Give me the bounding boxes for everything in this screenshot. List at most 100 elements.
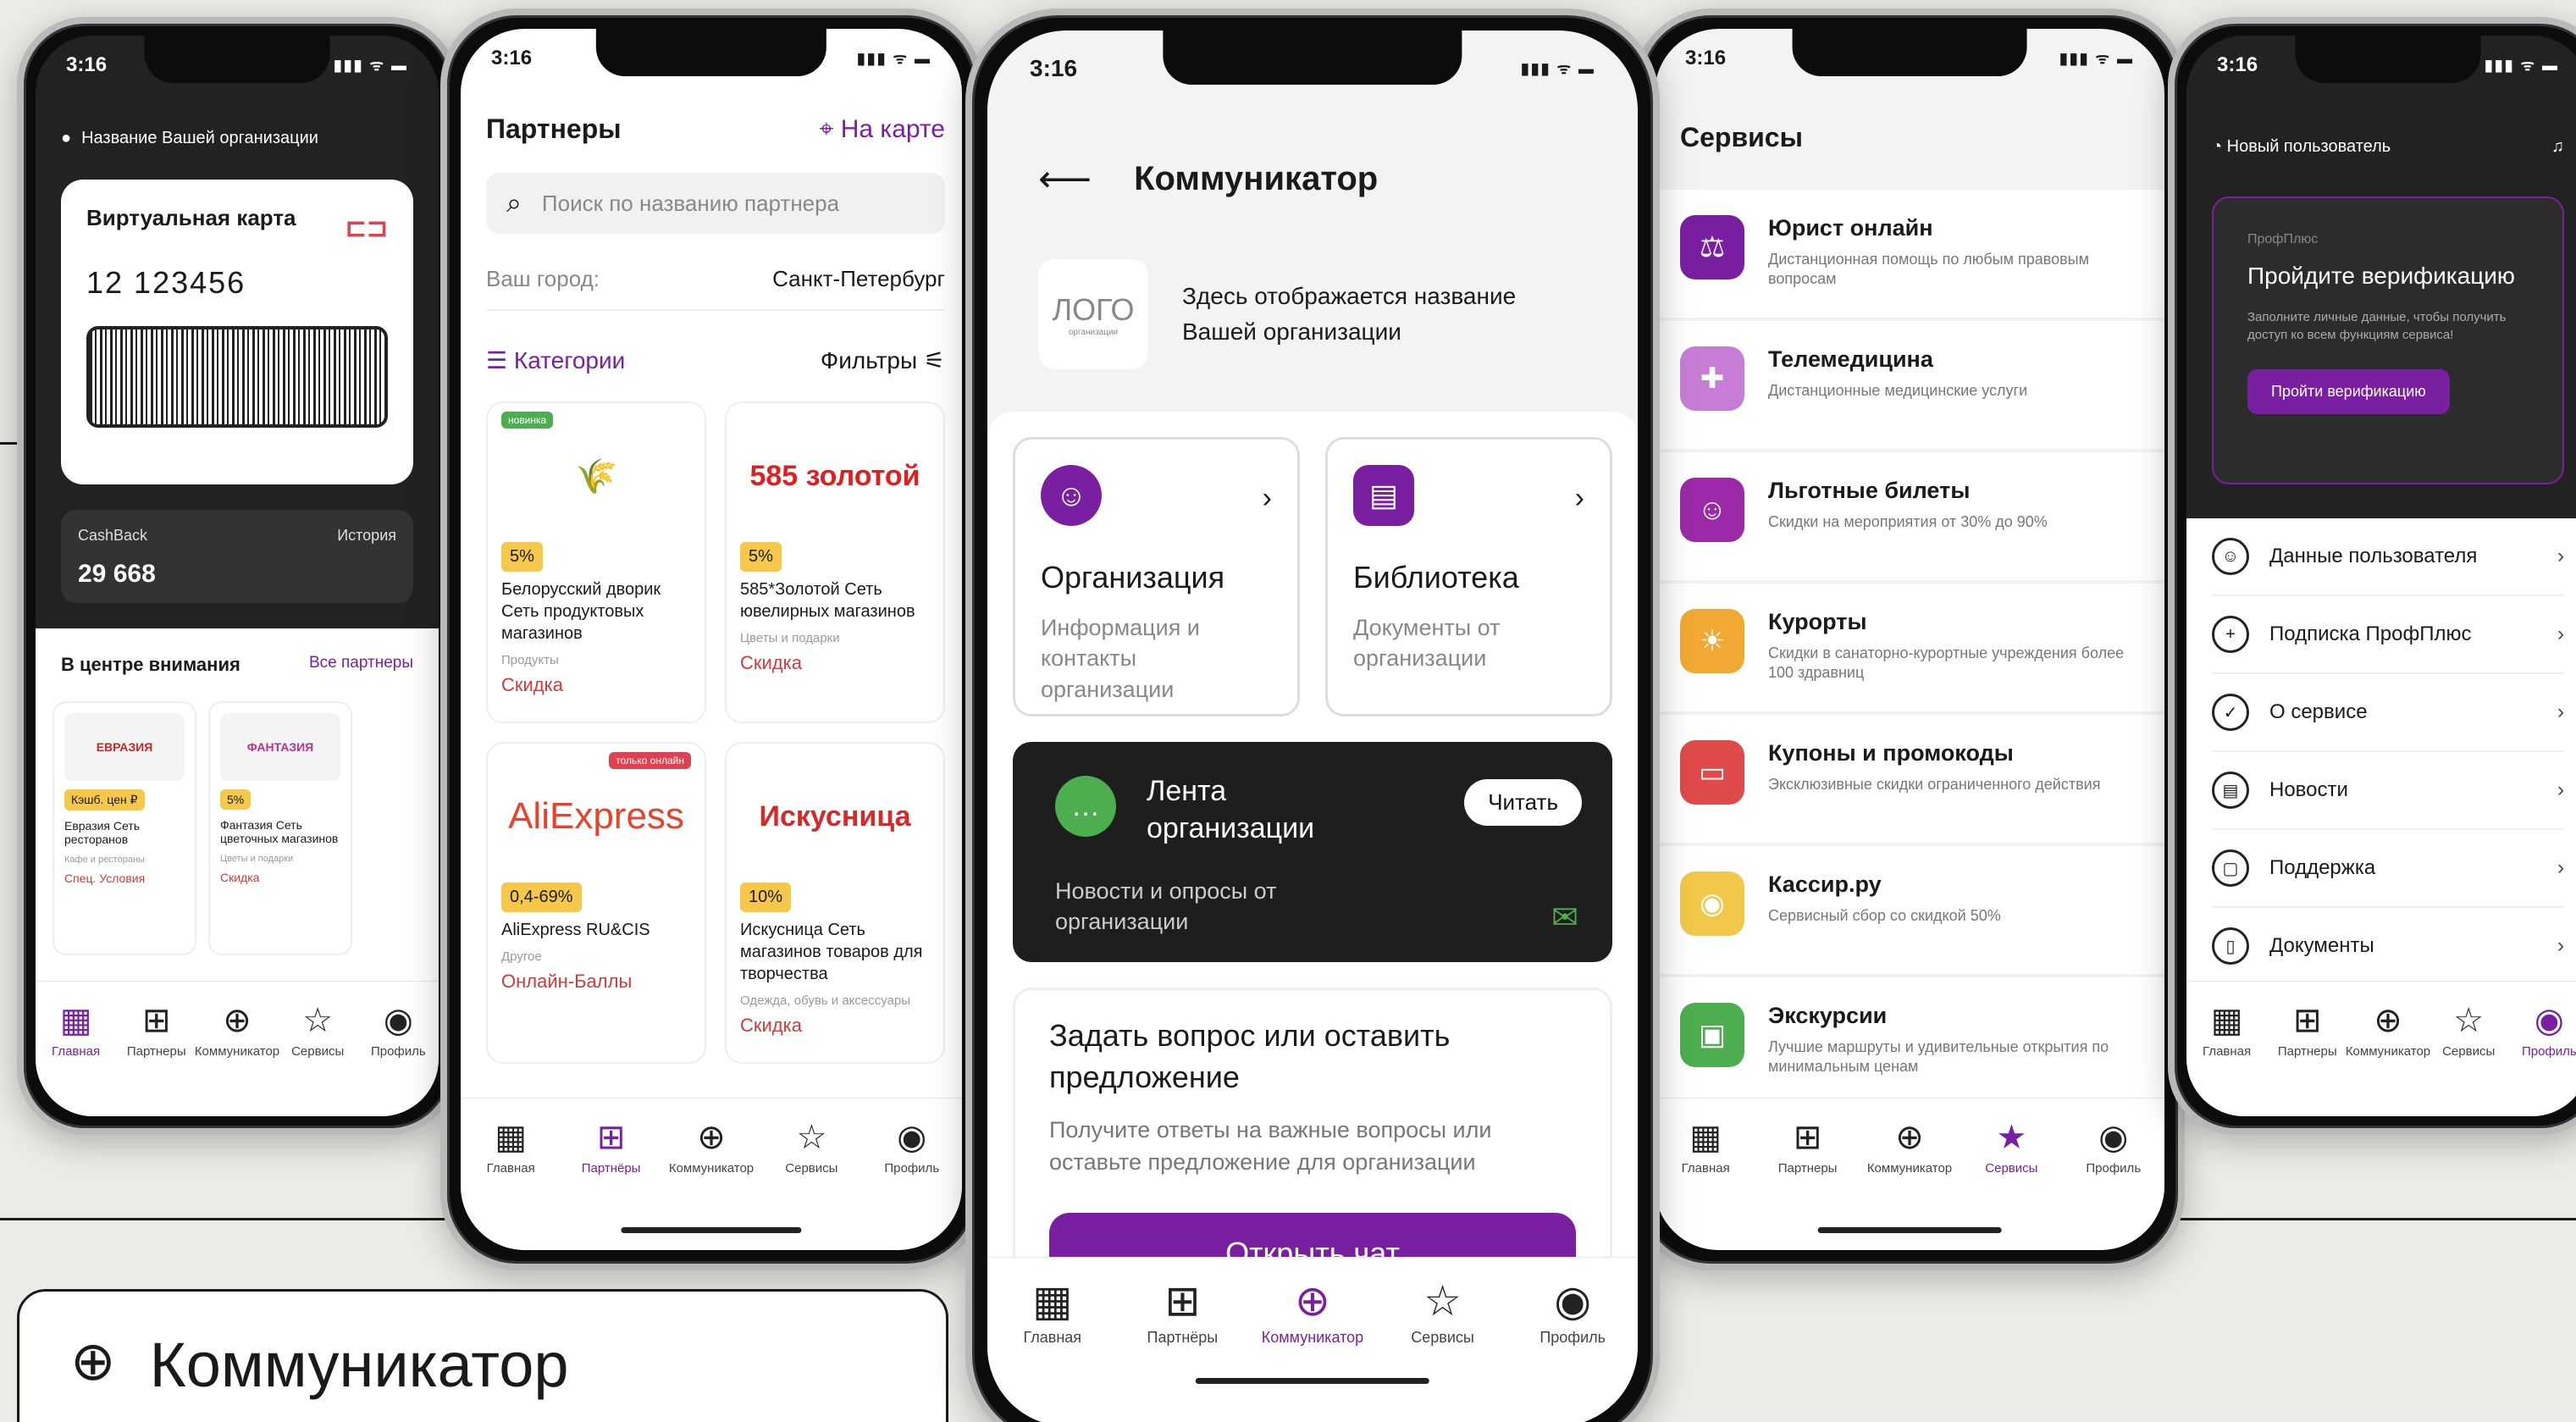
menu-item-news[interactable]: ▤ Новости › [2212,752,2564,830]
tab-label: Главная [2203,1044,2252,1059]
partner-category: Продукты [501,653,559,667]
verif-title: Пройдите верификацию [2247,263,2515,289]
menu-item-about[interactable]: ✓ О сервисе › [2212,674,2564,752]
partner-logo: 585 золотой [749,459,920,492]
city-selector[interactable]: Ваш город: Санкт-Петербург [486,266,945,311]
menu-label: О сервисе [2269,700,2368,723]
news-feed-card[interactable]: … Лента организации Читать Новости и опр… [1013,742,1612,962]
menu-item-subscription[interactable]: + Подписка ПрофПлюс › [2212,596,2564,674]
avatar[interactable]: ● [61,129,71,148]
library-tile[interactable]: ▤ › Библиотека Документы от организации [1325,437,1612,717]
menu-icon: ☰ [486,347,514,373]
signal-icon: ▮▮▮ ᯤ ▬ [856,50,931,67]
bell-icon[interactable]: ♫ [2551,137,2564,157]
tab-partners[interactable]: ⊞ Партнеры [1756,1120,1858,1176]
cashback-panel[interactable]: CashBack История 29 668 [61,510,413,603]
partner-card[interactable]: новинка 🌾 5% Белорусский дворик Сеть про… [486,401,706,723]
tab-label: Главная [1023,1329,1082,1346]
verify-button[interactable]: Пройти верификацию [2247,369,2450,415]
tab-home[interactable]: ▦ Главная [2186,1004,2267,1059]
profile-icon: ◉ [1554,1277,1591,1325]
tab-services[interactable]: ☆ Сервисы [2429,1004,2509,1059]
tab-communicator[interactable]: ⊕ Коммуникатор [2346,1004,2430,1059]
map-button[interactable]: ⌖ На карте [819,115,945,144]
tab-label: Партнеры [2277,1044,2337,1059]
partner-category: Одежда, обувь и аксессуары [740,993,911,1008]
filters-button[interactable]: Фильтры ⚟ [821,346,945,374]
medical-icon: ✚ [1680,346,1744,411]
chevron-right-icon: › [1262,482,1272,514]
tab-label: Главная [52,1044,101,1059]
all-partners-link[interactable]: Все партнеры [309,654,413,676]
back-arrow-icon[interactable]: ⟵ [1038,158,1092,201]
service-item[interactable]: ☺ Льготные билеты Скидки на мероприятия от… [1655,452,2164,584]
ticket-icon: ◉ [1680,871,1744,936]
service-item[interactable]: ✚ Телемедицина Дистанционные медицинские у… [1655,321,2164,452]
ask-subtitle: Получите ответы на важные вопросы или ос… [1049,1117,1492,1175]
service-item[interactable]: ▭ Купоны и промокоды Эксклюзивные скидки о… [1655,715,2164,846]
partner-card[interactable]: только онлайн AliExpress 0,4-69% AliExpr… [486,742,706,1064]
tab-profile[interactable]: ◉ Профиль [862,1120,962,1176]
tab-bar: ▦ Главная ⊞ Партнёры ⊕ Коммуникатор ☆ Сервис… [461,1098,962,1250]
globe-icon: ⊕ [70,1331,116,1392]
grid-icon: ⊞ [1793,1119,1822,1156]
tab-home[interactable]: ▦ Главная [461,1120,561,1176]
coupon-icon: ▭ [1680,740,1744,805]
menu-item-support[interactable]: ▢ Поддержка › [2212,830,2564,908]
discount-badge: 0,4-69% [501,883,582,912]
partner-card[interactable]: 585 золотой 5% 585*Золотой Сеть ювелирны… [725,401,945,723]
tab-profile[interactable]: ◉ Профиль [1507,1280,1638,1347]
tab-partners[interactable]: ⊞ Партнеры [116,1004,196,1059]
service-item[interactable]: ☀ Курорты Скидки в санаторно-курортные учр… [1655,584,2164,715]
star-icon: ★ [1996,1119,2027,1156]
verification-card: ПрофПлюс Пройдите верификацию Заполните … [2212,196,2564,484]
tab-label: Сервисы [1411,1329,1474,1346]
tab-partners[interactable]: ⊞ Партнеры [2267,1004,2347,1059]
search-input[interactable]: ⌕ Поиск по названию партнера [486,173,945,234]
calendar-icon: ▤ [2212,772,2249,809]
plus-icon: + [2212,616,2249,653]
filters-label: Фильтры [820,347,918,373]
tab-label: Профиль [370,1044,426,1059]
virtual-card[interactable]: Виртуальная карта ⊏⊐ 12 123456 [61,180,413,484]
home-indicator [1817,1227,2002,1233]
tab-services[interactable]: ☆ Сервисы [1378,1280,1508,1347]
tab-communicator[interactable]: ⊕ Коммуникатор [195,1004,279,1059]
partner-name: Евразия Сеть ресторанов [64,819,141,846]
tab-label: Коммуникатор [668,1161,755,1176]
partner-card[interactable]: ФАНТАЗИЯ 5% Фантазия Сеть цветочных мага… [208,701,352,955]
tab-services[interactable]: ☆ Сервисы [761,1120,861,1176]
tab-partners[interactable]: ⊞ Партнёры [1118,1280,1248,1347]
partner-card[interactable]: ЕВРАЗИЯ Кэшб. цен ₽ Евразия Сеть рестора… [53,701,196,955]
tab-partners[interactable]: ⊞ Партнёры [561,1120,661,1176]
tab-profile[interactable]: ◉ Профиль [2509,1004,2576,1059]
tab-home[interactable]: ▦ Главная [36,1004,116,1059]
partner-card[interactable]: Искусница 10% Искусница Сеть магазинов т… [725,742,945,1064]
read-button[interactable]: Читать [1464,779,1582,826]
tab-home[interactable]: ▦ Главная [987,1280,1118,1347]
notch [595,29,827,76]
history-link[interactable]: История [337,527,396,545]
menu-item-documents[interactable]: ▯ Документы › [2212,908,2564,986]
tab-profile[interactable]: ◉ Профиль [2063,1120,2164,1176]
tab-home[interactable]: ▦ Главная [1655,1120,1756,1176]
org-name: Здесь отображается название Вашей органи… [1182,283,1517,345]
tab-label: Сервисы [2442,1044,2496,1059]
service-item[interactable]: ⚖ Юрист онлайн Дистанционная помощь по люб… [1655,190,2164,321]
tab-communicator[interactable]: ⊕ Коммуникатор [1859,1120,1960,1176]
tab-communicator[interactable]: ⊕ Коммуникатор [661,1120,761,1176]
menu-item-user-data[interactable]: ☺ Данные пользователя › [2212,518,2564,596]
tab-services[interactable]: ★ Сервисы [1960,1120,2062,1176]
tab-profile[interactable]: ◉ Профиль [358,1004,439,1059]
phone-services: 3:16 ▮▮▮ ᯤ ▬ Сервисы ⚖ Юрист онлайн Дистанц… [1634,8,2185,1270]
discount-badge: Кэшб. цен ₽ [64,789,145,811]
tab-services[interactable]: ☆ Сервисы [278,1004,358,1059]
tab-communicator[interactable]: ⊕ Коммуникатор [1247,1280,1378,1347]
categories-button[interactable]: ☰ Категории [486,346,625,374]
new-tag: новинка [501,412,554,429]
organization-tile[interactable]: ☺ › Организация Информация и контакты ор… [1013,437,1300,717]
service-item[interactable]: ◉ Кассир.ру Сервисный сбор со скидкой 50% [1655,846,2164,977]
logo-text: ЛОГО [1052,291,1135,327]
tab-label: Сервисы [291,1044,345,1059]
service-item[interactable]: ▣ Экскурсии Лучшие маршруты и удивительные… [1655,977,2164,1109]
